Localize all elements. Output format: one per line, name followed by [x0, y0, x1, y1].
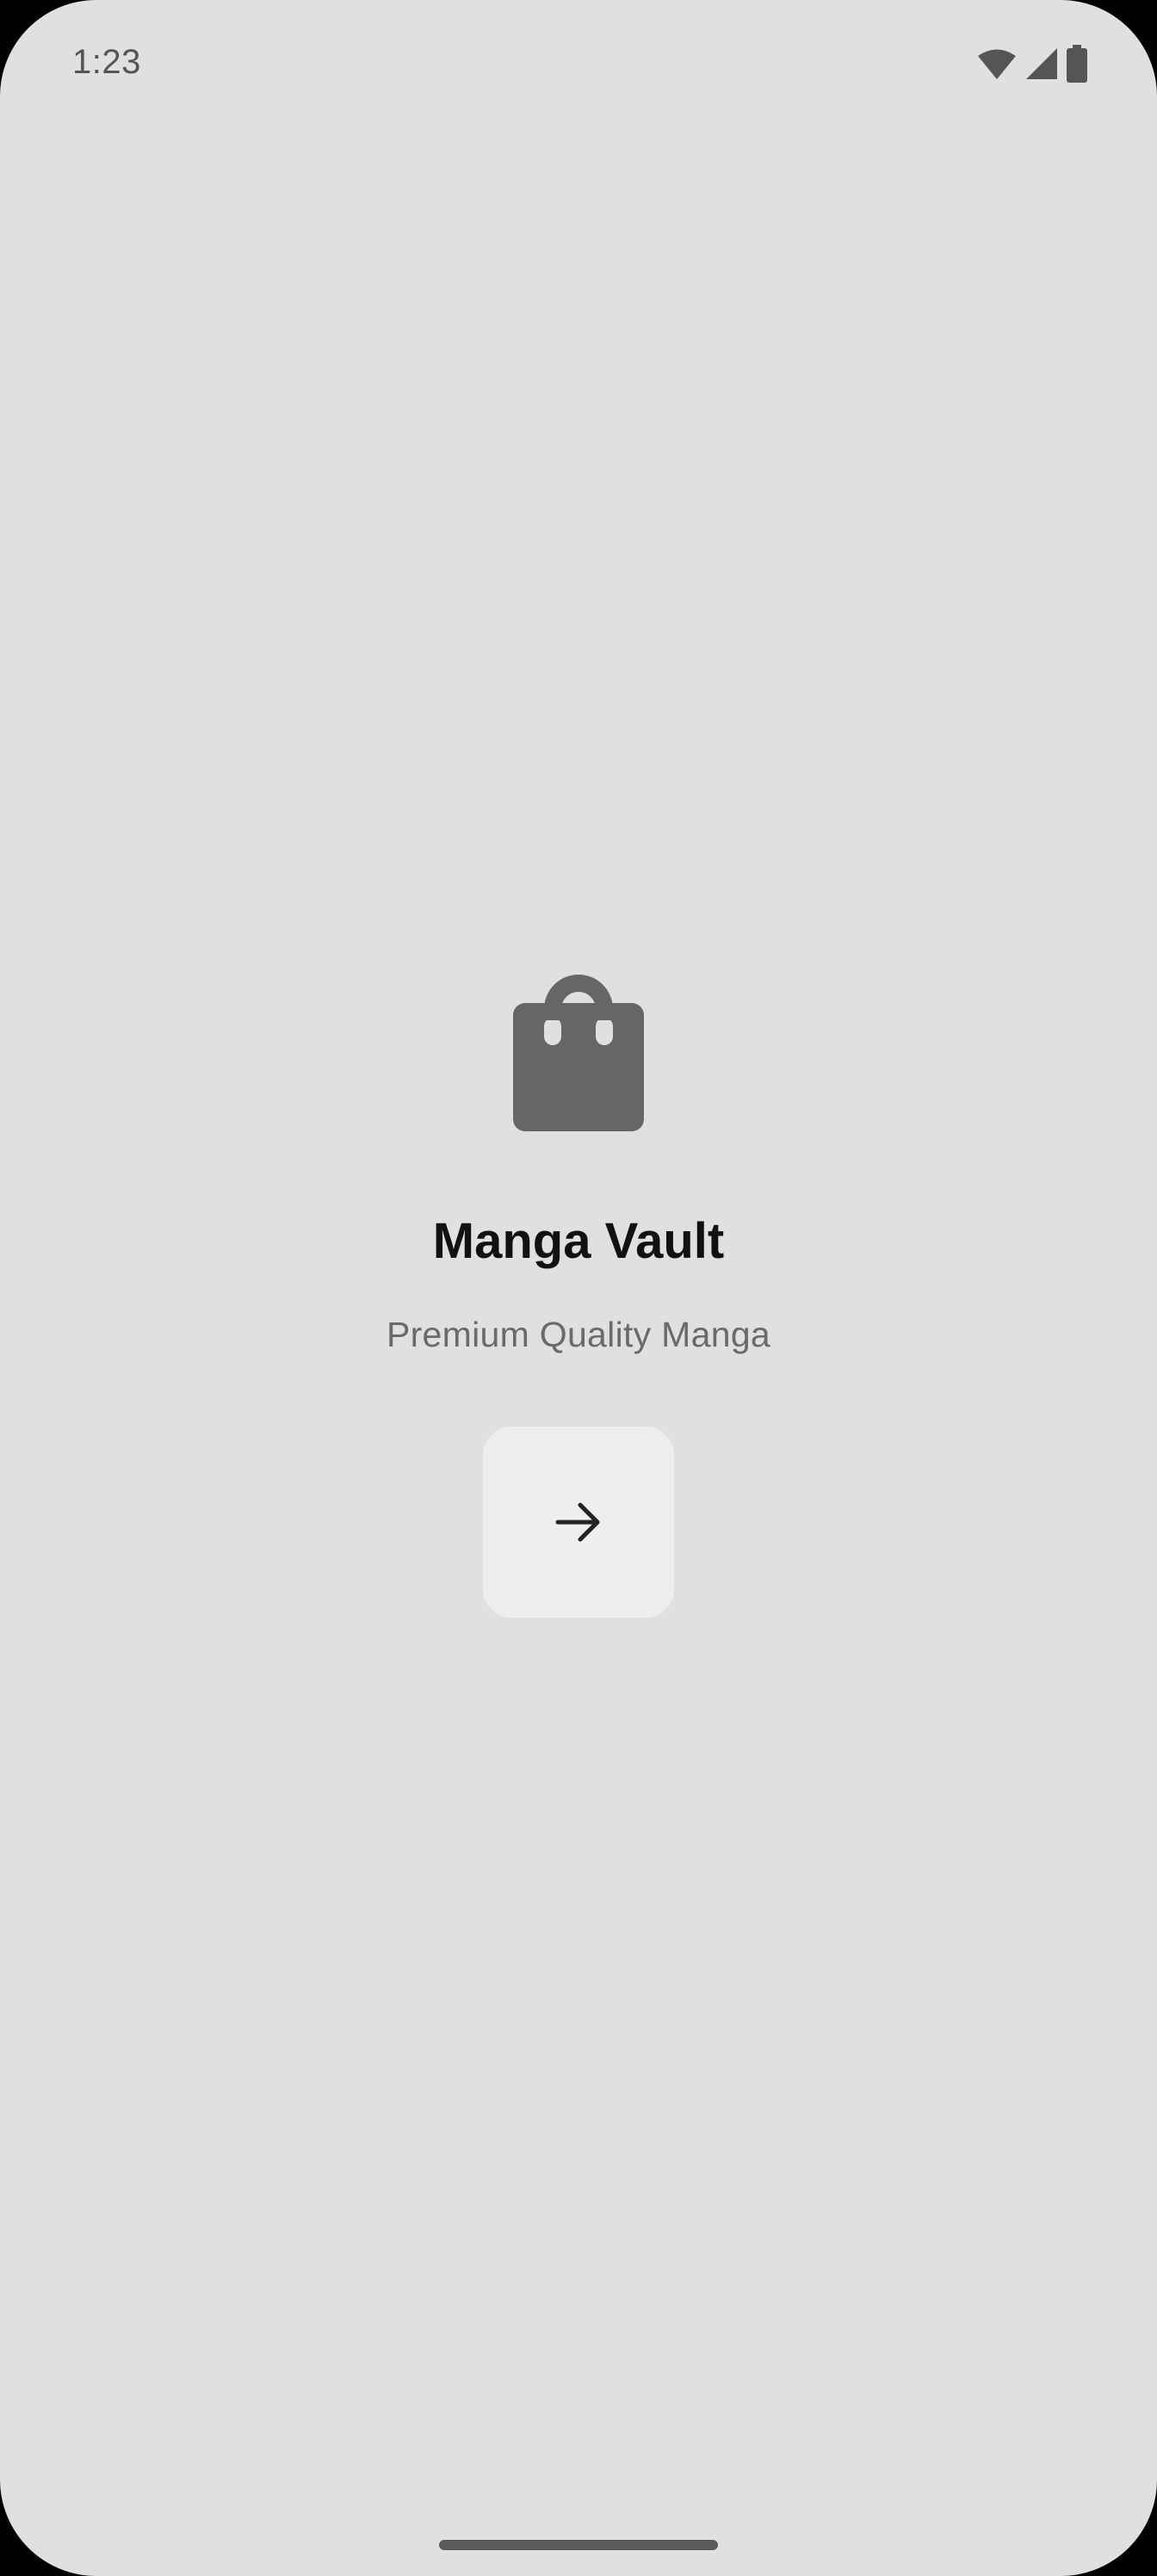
app-screen: 1:23 Manga Vault Premium Quality Manga: [0, 0, 1157, 2576]
home-indicator[interactable]: [439, 2540, 718, 2550]
shopping-bag-icon: [513, 973, 644, 1131]
splash-content: Manga Vault Premium Quality Manga: [0, 0, 1157, 2576]
next-button[interactable]: [483, 1427, 674, 1618]
app-subtitle: Premium Quality Manga: [386, 1315, 771, 1354]
arrow-right-icon: [554, 1502, 603, 1543]
app-title: Manga Vault: [432, 1213, 725, 1269]
